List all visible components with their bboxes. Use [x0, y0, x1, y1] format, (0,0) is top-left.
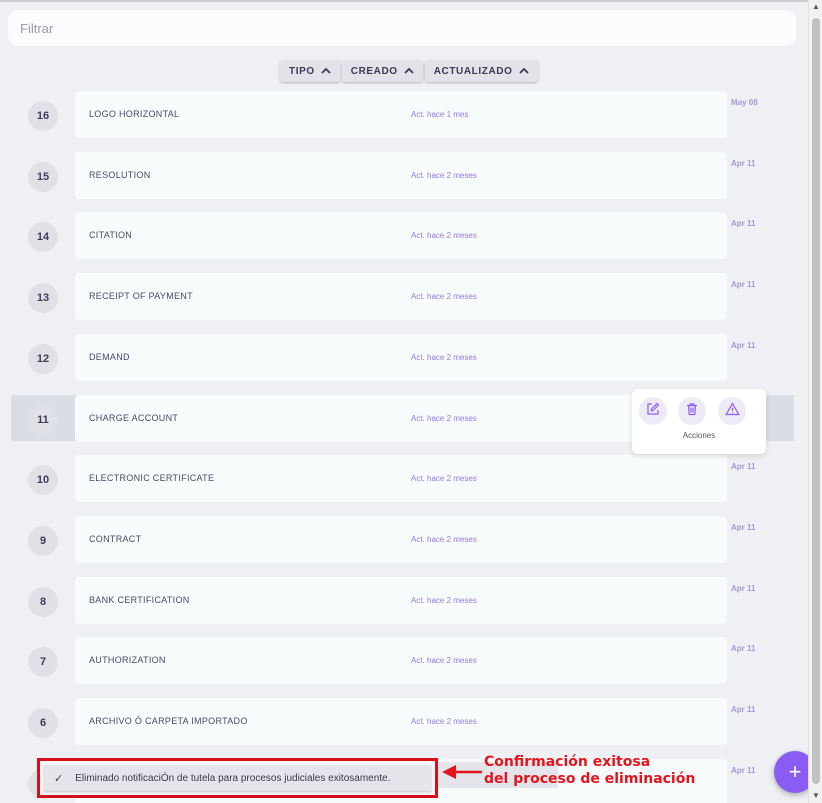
item-name: CITATION: [89, 230, 133, 240]
sort-actualizado-label: ACTUALIZADO: [433, 65, 513, 77]
list-item[interactable]: CITATION Act. hace 2 meses: [75, 212, 727, 259]
scrollbar[interactable]: ▲ ▼: [808, 0, 822, 803]
arrow-icon: [442, 765, 482, 779]
item-date: Apr 11: [731, 523, 756, 532]
item-updated: Act. hace 2 meses: [411, 292, 477, 301]
list-item[interactable]: ARCHIVO Ó CARPETA IMPORTADO Act. hace 2 m…: [75, 698, 727, 745]
list-item[interactable]: CHARGE ACCOUNT Act. hace 2 meses: [75, 395, 727, 442]
item-updated: Act. hace 2 meses: [411, 656, 477, 665]
plus-icon: +: [788, 759, 802, 784]
item-date: Apr 11: [731, 219, 756, 228]
item-name: RECEIPT OF PAYMENT: [89, 291, 193, 301]
list-item[interactable]: CONTRACT Act. hace 2 meses: [75, 516, 727, 563]
trash-icon: [685, 402, 699, 421]
warning-icon: [724, 401, 740, 421]
annotation-line-1: Confirmación exitosa: [484, 754, 651, 770]
check-icon: ✓: [54, 772, 64, 785]
row-number-badge: 7: [28, 647, 58, 677]
success-toast: ✓ Eliminado notificaciÓn de tutela para …: [44, 765, 431, 791]
row-number-badge: 11: [28, 405, 58, 435]
list-item[interactable]: RESOLUTION Act. hace 2 meses: [75, 152, 727, 199]
sort-bar: TIPO CREADO ACTUALIZADO: [280, 60, 538, 82]
item-name: CONTRACT: [89, 534, 142, 544]
item-updated: Act. hace 2 meses: [411, 414, 477, 423]
item-updated: Act. hace 2 meses: [411, 353, 477, 362]
row-number-badge: 16: [28, 101, 58, 131]
list-item[interactable]: BANK CERTIFICATION Act. hace 2 meses: [75, 577, 727, 624]
row-number-badge: 15: [28, 162, 58, 192]
item-updated: Act. hace 2 meses: [411, 231, 477, 240]
item-date: Apr 11: [731, 766, 756, 775]
sort-tipo-label: TIPO: [289, 65, 315, 77]
list-item[interactable]: LOGO HORIZONTAL Act. hace 1 mes: [75, 91, 727, 138]
toast-message: Eliminado notificaciÓn de tutela para pr…: [75, 772, 391, 784]
actions-label: Acciones: [682, 431, 716, 440]
list-item[interactable]: AUTHORIZATION Act. hace 2 meses: [75, 637, 727, 684]
edit-icon: [646, 402, 660, 421]
success-toast-highlight: ✓ Eliminado notificaciÓn de tutela para …: [37, 758, 438, 798]
item-date: Apr 11: [731, 341, 756, 350]
item-name: ARCHIVO Ó CARPETA IMPORTADO: [89, 716, 248, 726]
item-updated: Act. hace 1 mes: [411, 110, 469, 119]
item-name: ELECTRONIC CERTIFICATE: [89, 473, 215, 483]
warning-button[interactable]: [718, 397, 746, 425]
sort-creado-label: CREADO: [350, 65, 398, 77]
item-updated: Act. hace 2 meses: [411, 717, 477, 726]
scroll-up-icon[interactable]: ▲: [809, 0, 822, 14]
delete-button[interactable]: [678, 397, 706, 425]
item-date: Apr 11: [731, 462, 756, 471]
chevron-up-icon: [404, 66, 414, 76]
chevron-up-icon: [321, 66, 331, 76]
item-name: BANK CERTIFICATION: [89, 595, 190, 605]
actions-popover: Acciones: [632, 389, 766, 454]
item-name: DEMAND: [89, 352, 130, 362]
row-number-badge: 6: [28, 708, 58, 738]
row-number-badge: 8: [28, 587, 58, 617]
item-date: Apr 11: [731, 584, 756, 593]
scroll-down-icon[interactable]: ▼: [809, 789, 822, 803]
top-edge: [0, 0, 808, 2]
annotation-line-2: del proceso de eliminación: [484, 771, 696, 787]
list-item[interactable]: ELECTRONIC CERTIFICATE Act. hace 2 meses: [75, 455, 727, 502]
item-updated: Act. hace 2 meses: [411, 535, 477, 544]
list-item[interactable]: RECEIPT OF PAYMENT Act. hace 2 meses: [75, 273, 727, 320]
item-date: May 08: [731, 98, 758, 107]
item-date: Apr 11: [731, 280, 756, 289]
row-number-badge: 10: [28, 465, 58, 495]
sort-creado-button[interactable]: CREADO: [341, 60, 423, 82]
sort-actualizado-button[interactable]: ACTUALIZADO: [424, 60, 538, 82]
row-number-badge: 13: [28, 283, 58, 313]
scroll-thumb[interactable]: [812, 18, 820, 784]
row-number-badge: 9: [28, 526, 58, 556]
row-number-badge: 12: [28, 344, 58, 374]
item-date: Apr 11: [731, 159, 756, 168]
item-updated: Act. hace 2 meses: [411, 596, 477, 605]
chevron-up-icon: [518, 66, 529, 76]
sort-tipo-button[interactable]: TIPO: [280, 60, 340, 82]
item-name: RESOLUTION: [89, 170, 151, 180]
item-name: CHARGE ACCOUNT: [89, 413, 179, 423]
filter-input[interactable]: [8, 10, 796, 46]
item-updated: Act. hace 2 meses: [411, 171, 477, 180]
item-updated: Act. hace 2 meses: [411, 474, 477, 483]
item-name: AUTHORIZATION: [89, 655, 166, 665]
edit-button[interactable]: [639, 397, 667, 425]
list-item[interactable]: DEMAND Act. hace 2 meses: [75, 334, 727, 381]
item-date: Apr 11: [731, 705, 756, 714]
row-number-badge: 14: [28, 222, 58, 252]
item-date: Apr 11: [731, 644, 756, 653]
item-name: LOGO HORIZONTAL: [89, 109, 180, 119]
annotation-text: Confirmación exitosa del proceso de elim…: [484, 754, 695, 788]
